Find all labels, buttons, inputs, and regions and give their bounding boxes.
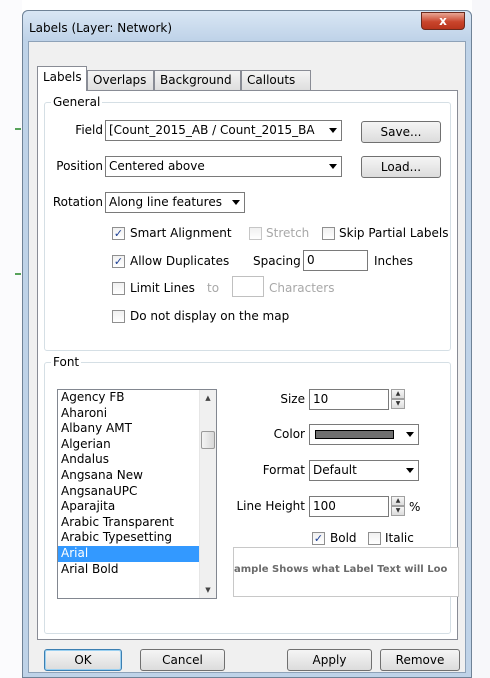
remove-button[interactable]: Remove [380,649,460,671]
chevron-down-icon [232,200,240,205]
font-list-item[interactable]: Arabic Transparent [58,515,216,531]
spin-down-icon[interactable]: ▼ [391,506,405,516]
italic-label: Italic [385,531,414,545]
scroll-thumb[interactable] [201,431,215,449]
spacing-units-label: Inches [374,254,413,268]
do-not-display-label: Do not display on the map [130,309,290,323]
font-list[interactable]: Agency FB Aharoni Albany AMT Algerian An… [57,389,217,599]
smart-alignment-label: Smart Alignment [130,226,232,240]
limit-to-label: to [207,281,220,295]
smart-alignment-checkbox[interactable]: ✓ [112,227,125,240]
font-list-item[interactable]: Aharoni [58,406,216,422]
font-list-item[interactable]: Algerian [58,437,216,453]
tab-labels[interactable]: Labels [37,66,87,91]
font-list-item[interactable]: Andalus [58,452,216,468]
limit-lines-input[interactable] [232,276,264,297]
chevron-down-icon [406,468,414,473]
limit-lines-label: Limit Lines [130,281,195,295]
title-bar[interactable]: Labels (Layer: Network) x [23,11,471,41]
line-height-input[interactable]: 100 [309,496,389,517]
load-button[interactable]: Load... [361,156,441,178]
save-button[interactable]: Save... [361,121,441,143]
rotation-select[interactable]: Along line features [105,192,245,213]
font-list-item[interactable]: Angsana New [58,468,216,484]
chevron-down-icon [329,128,337,133]
general-legend: General [53,95,101,109]
scroll-up-arrow-icon[interactable]: ▲ [200,390,216,406]
position-select-value: Centered above [109,159,205,173]
format-select-value: Default [313,463,357,477]
background-right [472,0,490,678]
rotation-select-value: Along line features [109,195,222,209]
allow-duplicates-label: Allow Duplicates [130,254,230,268]
font-list-scrollbar[interactable]: ▲ ▼ [199,390,216,598]
position-label: Position [56,159,103,173]
color-select[interactable] [309,424,419,445]
chevron-down-icon [406,432,414,437]
spin-up-icon[interactable]: ▲ [391,496,405,506]
line-height-spinner[interactable]: ▲ ▼ [391,496,405,517]
labels-dialog: Labels (Layer: Network) x Labels Overlap… [22,10,472,678]
field-select-value: [Count_2015_AB / Count_2015_BA [109,123,315,137]
color-label: Color [273,427,305,441]
bold-checkbox[interactable]: ✓ [312,532,325,545]
bold-label: Bold [330,531,357,545]
window-title: Labels (Layer: Network) [29,21,173,35]
format-select[interactable]: Default [309,460,419,481]
dialog-client: Labels Overlaps Background Callouts Gene… [28,41,466,673]
allow-duplicates-checkbox[interactable]: ✓ [112,255,125,268]
size-label: Size [280,392,305,406]
font-list-item-selected[interactable]: Arial [58,545,216,562]
background-map-strip [0,0,22,678]
apply-button[interactable]: Apply [287,649,372,671]
line-height-unit: % [409,500,421,514]
spin-up-icon[interactable]: ▲ [391,389,405,399]
spacing-input[interactable]: 0 [303,250,368,271]
map-feature-mark [15,273,21,275]
italic-checkbox[interactable] [368,532,381,545]
font-list-item[interactable]: AngsanaUPC [58,484,216,500]
stretch-checkbox [249,227,262,240]
font-list-item[interactable]: Arial Bold [58,562,216,578]
format-label: Format [262,463,305,477]
close-button[interactable]: x [421,12,465,30]
labels-tab-panel: General Field [Count_2015_AB / Count_201… [37,90,459,640]
font-list-item[interactable]: Aparajita [58,499,216,515]
font-list-item[interactable]: Agency FB [58,390,216,406]
limit-lines-checkbox[interactable] [112,282,125,295]
size-spinner[interactable]: ▲ ▼ [391,389,405,410]
label-preview-text: ample Shows what Label Text will Loo [234,564,448,575]
font-group: Font Agency FB Aharoni Albany AMT Algeri… [44,355,459,634]
cancel-button[interactable]: Cancel [140,649,225,671]
font-list-item[interactable]: Arabic Typesetting [58,530,216,546]
chevron-down-icon [329,164,337,169]
line-height-label: Line Height [236,499,306,513]
field-select[interactable]: [Count_2015_AB / Count_2015_BA [105,120,342,141]
position-select[interactable]: Centered above [105,156,342,177]
map-feature-mark [15,128,21,130]
characters-label: Characters [269,281,335,295]
color-swatch [315,430,394,439]
tab-overlaps[interactable]: Overlaps [87,70,154,90]
ok-button[interactable]: OK [44,649,122,671]
spin-down-icon[interactable]: ▼ [391,399,405,409]
field-label: Field [75,123,103,137]
label-preview: ample Shows what Label Text will Loo [233,547,459,597]
spacing-label: Spacing [253,254,301,268]
stretch-label: Stretch [266,226,310,240]
font-list-item[interactable]: Albany AMT [58,421,216,437]
font-legend: Font [53,355,80,369]
rotation-label: Rotation [52,195,103,209]
tab-callouts[interactable]: Callouts [241,70,311,90]
skip-partial-labels-label: Skip Partial Labels [339,226,449,240]
size-input[interactable]: 10 [309,389,389,410]
do-not-display-checkbox[interactable] [112,310,125,323]
scroll-down-arrow-icon[interactable]: ▼ [200,582,216,598]
skip-partial-labels-checkbox[interactable] [322,227,335,240]
tab-background[interactable]: Background [154,70,241,90]
